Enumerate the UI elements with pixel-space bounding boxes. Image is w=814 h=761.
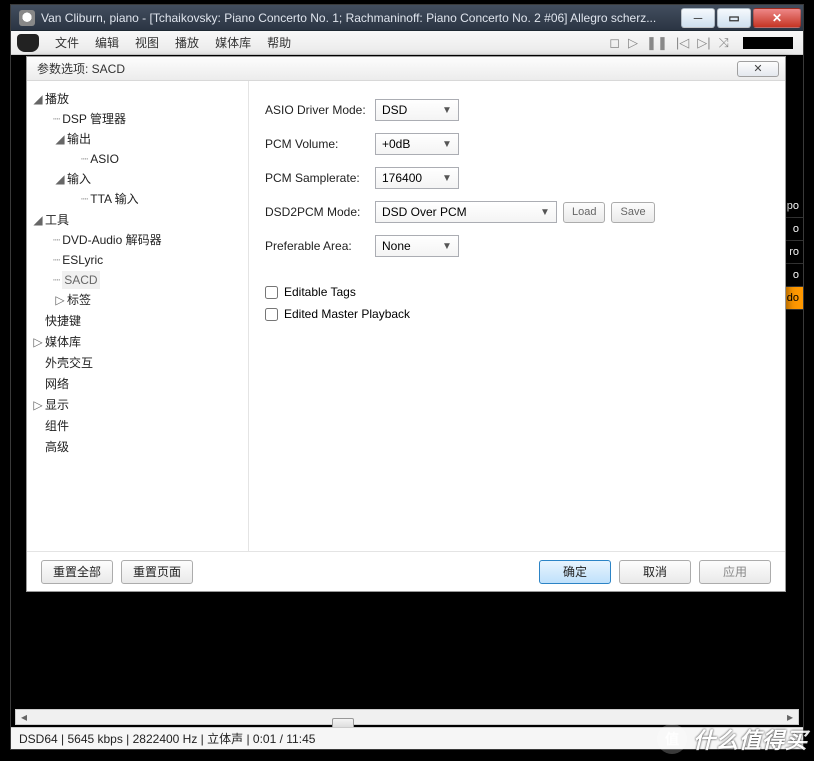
pcm-volume-label: PCM Volume:	[265, 137, 375, 151]
dsd2pcm-mode-label: DSD2PCM Mode:	[265, 205, 375, 219]
foobar-logo-icon	[17, 34, 39, 52]
pcm-volume-select[interactable]: +0dB▼	[375, 133, 459, 155]
preferable-area-select[interactable]: None▼	[375, 235, 459, 257]
chevron-down-icon: ▼	[440, 139, 454, 150]
tree-node-advanced[interactable]: 高级	[31, 437, 244, 457]
tree-node-input[interactable]: ◢输入	[53, 169, 244, 189]
tree-node-shell[interactable]: 外壳交互	[31, 353, 244, 373]
scroll-left-icon[interactable]: ◂	[16, 710, 32, 724]
tree-node-sacd[interactable]: ┈SACD	[53, 270, 244, 290]
editable-tags-checkbox[interactable]	[265, 286, 278, 299]
chevron-down-icon: ▼	[440, 241, 454, 252]
edited-master-checkbox[interactable]	[265, 308, 278, 321]
dialog-titlebar[interactable]: 参数选项: SACD ✕	[27, 57, 785, 81]
watermark-text: 什么值得买	[693, 723, 808, 755]
dialog-title: 参数选项: SACD	[37, 60, 125, 77]
next-icon[interactable]: ▷|	[697, 35, 710, 51]
cancel-button[interactable]: 取消	[619, 560, 691, 584]
watermark-badge-icon: 值	[657, 724, 687, 754]
tree-node-dsp[interactable]: ┈DSP 管理器	[53, 109, 244, 129]
play-icon[interactable]: ▷	[628, 35, 638, 51]
asio-mode-select[interactable]: DSD▼	[375, 99, 459, 121]
status-text: DSD64 | 5645 kbps | 2822400 Hz | 立体声 | 0…	[19, 730, 315, 747]
menu-play[interactable]: 播放	[167, 31, 207, 54]
dialog-close-button[interactable]: ✕	[737, 61, 779, 77]
pcm-samplerate-label: PCM Samplerate:	[265, 171, 375, 185]
tree-node-shortcuts[interactable]: 快捷键	[31, 311, 244, 331]
seekbar[interactable]	[743, 37, 793, 49]
menubar: 文件 编辑 视图 播放 媒体库 帮助 ◻ ▷ ❚❚ |◁ ▷| ⤨	[11, 31, 803, 55]
tree-node-asio[interactable]: ┈ASIO	[81, 149, 244, 169]
tree-node-network[interactable]: 网络	[31, 374, 244, 394]
editable-tags-label: Editable Tags	[284, 285, 356, 299]
tree-node-display[interactable]: ▷显示	[31, 395, 244, 415]
pause-icon[interactable]: ❚❚	[646, 35, 668, 51]
chevron-down-icon: ▼	[538, 207, 552, 218]
ok-button[interactable]: 确定	[539, 560, 611, 584]
menu-edit[interactable]: 编辑	[87, 31, 127, 54]
tree-node-output[interactable]: ◢输出	[53, 129, 244, 149]
dsd2pcm-mode-select[interactable]: DSD Over PCM▼	[375, 201, 557, 223]
settings-panel: ASIO Driver Mode: DSD▼ PCM Volume: +0dB▼…	[249, 81, 785, 551]
menu-library[interactable]: 媒体库	[207, 31, 259, 54]
preferences-dialog: 参数选项: SACD ✕ ◢播放 ┈DSP 管理器 ◢输出 ┈ASIO ◢输入 …	[26, 56, 786, 592]
minimize-button[interactable]: ─	[681, 8, 715, 28]
maximize-button[interactable]: ▭	[717, 8, 751, 28]
dialog-footer: 重置全部 重置页面 确定 取消 应用	[27, 551, 785, 591]
random-icon[interactable]: ⤨	[719, 35, 729, 51]
scroll-right-icon[interactable]: ▸	[782, 710, 798, 724]
watermark: 值 什么值得买	[657, 723, 808, 755]
stop-icon[interactable]: ◻	[609, 35, 620, 51]
tree-node-library[interactable]: ▷媒体库	[31, 332, 244, 352]
close-button[interactable]: ✕	[753, 8, 801, 28]
edited-master-label: Edited Master Playback	[284, 307, 410, 321]
menu-view[interactable]: 视图	[127, 31, 167, 54]
tree-node-playback[interactable]: ◢播放	[31, 89, 244, 109]
prev-icon[interactable]: |◁	[676, 35, 689, 51]
apply-button[interactable]: 应用	[699, 560, 771, 584]
window-title: Van Cliburn, piano - [Tchaikovsky: Piano…	[41, 11, 681, 25]
asio-mode-label: ASIO Driver Mode:	[265, 103, 375, 117]
playback-controls: ◻ ▷ ❚❚ |◁ ▷| ⤨	[609, 35, 797, 51]
tree-node-components[interactable]: 组件	[31, 416, 244, 436]
reset-all-button[interactable]: 重置全部	[41, 560, 113, 584]
menu-help[interactable]: 帮助	[259, 31, 299, 54]
load-button[interactable]: Load	[563, 202, 605, 223]
app-icon	[19, 10, 35, 26]
menu-file[interactable]: 文件	[47, 31, 87, 54]
tree-node-tta[interactable]: ┈TTA 输入	[81, 189, 244, 209]
preferable-area-label: Preferable Area:	[265, 239, 375, 253]
titlebar[interactable]: Van Cliburn, piano - [Tchaikovsky: Piano…	[11, 5, 803, 31]
chevron-down-icon: ▼	[440, 105, 454, 116]
tree-node-tools[interactable]: ◢工具	[31, 210, 244, 230]
pcm-samplerate-select[interactable]: 176400▼	[375, 167, 459, 189]
tree-node-eslyric[interactable]: ┈ESLyric	[53, 250, 244, 270]
preferences-tree[interactable]: ◢播放 ┈DSP 管理器 ◢输出 ┈ASIO ◢输入 ┈TTA 输入 ◢工具	[27, 81, 249, 551]
tree-node-tags[interactable]: ▷标签	[53, 290, 244, 310]
reset-page-button[interactable]: 重置页面	[121, 560, 193, 584]
save-button[interactable]: Save	[611, 202, 654, 223]
chevron-down-icon: ▼	[440, 173, 454, 184]
tree-node-dvdaudio[interactable]: ┈DVD-Audio 解码器	[53, 230, 244, 250]
